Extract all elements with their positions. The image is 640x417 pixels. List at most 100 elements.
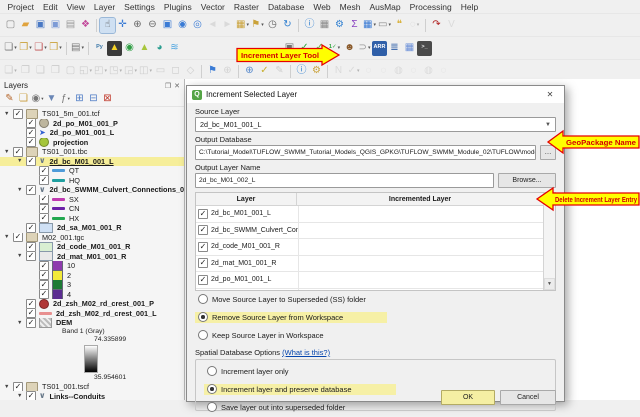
radio-option[interactable]: Increment layer only <box>204 366 292 377</box>
row-checkbox[interactable]: ✓ <box>198 258 208 268</box>
layer-tree-item[interactable]: ✓2d_po_M01_001_P <box>0 119 184 129</box>
search-icon[interactable]: ◌▾ <box>407 18 422 33</box>
vertex-tool-icon[interactable]: ✓▾ <box>346 64 361 79</box>
layer-tree-item[interactable]: ▼✓TS01_001.tscf <box>0 382 184 392</box>
layer-tree-item[interactable]: ✓2d_sa_M01_001_R <box>0 223 184 233</box>
layer-visibility-checkbox[interactable]: ✓ <box>39 261 49 271</box>
layer-visibility-checkbox[interactable]: ✓ <box>39 290 49 300</box>
water-icon[interactable]: ≋ <box>167 41 182 56</box>
digitize-1-icon[interactable]: ◌ <box>361 64 376 79</box>
menu-vector[interactable]: Vector <box>196 2 229 12</box>
layer-visibility-checkbox[interactable]: ✓ <box>26 242 36 252</box>
layer-visibility-checkbox[interactable]: ✓ <box>26 119 36 129</box>
ok-button[interactable]: OK <box>441 390 495 405</box>
manage-map-themes-icon[interactable]: ◉▾ <box>31 93 44 105</box>
dropdown-arrow-icon[interactable]: ▾ <box>246 22 249 28</box>
dropdown-arrow-icon[interactable]: ▾ <box>417 22 420 28</box>
layer-visibility-checkbox[interactable]: ✓ <box>26 299 36 309</box>
paperclip-icon[interactable]: ⊃▾ <box>357 41 372 56</box>
select-by-form-icon[interactable]: ◰▾ <box>93 64 108 79</box>
dropdown-arrow-icon[interactable]: ▾ <box>388 22 391 28</box>
digitize-6-icon[interactable]: ◌ <box>436 64 451 79</box>
row-checkbox[interactable]: ✓ <box>198 209 208 219</box>
layer-visibility-checkbox[interactable]: ✓ <box>26 318 36 328</box>
expand-all-icon[interactable]: ⊞ <box>73 93 86 105</box>
dropdown-arrow-icon[interactable]: ▾ <box>41 96 43 102</box>
layer-visibility-checkbox[interactable]: ✓ <box>13 382 23 392</box>
console-dark-icon[interactable]: >_ <box>417 41 432 56</box>
table-row[interactable]: ✓2d_mat_M01_001_R <box>196 256 543 273</box>
layer-visibility-checkbox[interactable]: ✓ <box>26 309 36 319</box>
grid-icon[interactable]: ▦ <box>402 41 417 56</box>
zoom-in-icon[interactable]: ⊕ <box>130 18 145 33</box>
select-by-expression-icon[interactable]: ◳▾ <box>108 64 123 79</box>
terrain-icon[interactable]: ▲ <box>137 41 152 56</box>
zoom-to-feature-icon[interactable]: ⊕ <box>242 64 257 79</box>
expand-arrow-icon[interactable]: ▼ <box>4 384 13 390</box>
dropdown-arrow-icon[interactable]: ▾ <box>68 96 70 102</box>
pan-map-icon[interactable]: ☝ <box>100 18 115 33</box>
close-panel-icon[interactable]: ✕ <box>174 83 180 90</box>
layer-tree-item[interactable]: ▼✓TS01_001.tbc <box>0 147 184 157</box>
info-icon[interactable]: ⓘ <box>294 64 309 79</box>
dropdown-arrow-icon[interactable]: ▾ <box>134 68 137 74</box>
menu-project[interactable]: Project <box>3 2 38 12</box>
select-value-icon[interactable]: ❑ <box>33 64 48 79</box>
table-row[interactable]: ✓2d_bc_SWMM_Culvert_Connecti... <box>196 223 543 240</box>
select-elements-icon[interactable]: ❒ <box>48 64 63 79</box>
cancel-button[interactable]: Cancel <box>500 390 556 405</box>
layer-visibility-checkbox[interactable]: ✓ <box>39 280 49 290</box>
dropdown-arrow-icon[interactable]: ▾ <box>119 68 122 74</box>
column-header-incremented-layer[interactable]: Incremented Layer <box>297 193 543 205</box>
remove-layer-icon[interactable]: ⊠ <box>101 93 114 105</box>
layer-tree-item[interactable]: ✓2 <box>0 271 184 281</box>
wrench-icon[interactable]: ⚙ <box>309 64 324 79</box>
field-calculator-icon[interactable]: ▦ <box>317 18 332 33</box>
expand-arrow-icon[interactable]: ▼ <box>4 149 13 155</box>
expand-arrow-icon[interactable]: ▼ <box>4 234 13 240</box>
layer-visibility-checkbox[interactable]: ✓ <box>26 252 36 262</box>
table-row[interactable]: ✓2d_po_M01_001_P <box>196 289 543 291</box>
layer-tree-item[interactable]: ▼✓∨2d_bc_SWMM_Culvert_Connections_001_L <box>0 185 184 195</box>
invert-selection-icon[interactable]: ◱▾ <box>78 64 93 79</box>
row-checkbox[interactable]: ✓ <box>198 242 208 252</box>
radio-button-icon[interactable] <box>207 366 217 376</box>
crosshair-icon[interactable]: ⊕ <box>220 64 235 79</box>
measure-icon[interactable]: ▭▾ <box>377 18 392 33</box>
table-row[interactable]: ✓2d_bc_M01_001_L <box>196 206 543 223</box>
increment-layer-icon[interactable]: ▣ <box>282 41 297 56</box>
bear-icon[interactable]: ☻ <box>342 41 357 56</box>
open-styling-panel-icon[interactable]: ✎ <box>3 93 16 105</box>
new-project-icon[interactable]: ▢ <box>3 18 18 33</box>
remove-layer-icon[interactable]: ❑▾ <box>33 41 48 56</box>
expand-arrow-icon[interactable]: ▼ <box>17 187 26 193</box>
dropdown-arrow-icon[interactable]: ▾ <box>81 45 84 51</box>
layer-tree-item[interactable]: ✓➤2d_po_M01_001_L <box>0 128 184 138</box>
filter-expression-icon[interactable]: ƒ▾ <box>59 93 72 105</box>
map-tips-icon[interactable]: ❝ <box>392 18 407 33</box>
layer-tree-item[interactable]: ✓projection <box>0 138 184 148</box>
menu-web[interactable]: Web <box>309 2 335 12</box>
digitize-3-icon[interactable]: ◍ <box>391 64 406 79</box>
row-checkbox[interactable]: ✓ <box>198 225 208 235</box>
table-scrollbar[interactable]: ▲ ▼ <box>543 193 555 290</box>
layer-tree-item[interactable]: ✓HQ <box>0 176 184 186</box>
radio-option[interactable]: Keep Source Layer in Workspace <box>195 330 327 341</box>
layer-tree-item[interactable]: ▼✓DEM <box>0 318 184 328</box>
expand-arrow-icon[interactable]: ▼ <box>17 158 26 164</box>
dropdown-arrow-icon[interactable]: ▾ <box>29 45 32 51</box>
open-project-icon[interactable]: ▰ <box>18 18 33 33</box>
menu-settings[interactable]: Settings <box>120 2 160 12</box>
labels-icon[interactable]: ⚑ <box>205 64 220 79</box>
temporal-controller-icon[interactable]: ◷ <box>265 18 280 33</box>
menu-layer[interactable]: Layer <box>89 2 119 12</box>
what-is-this-link[interactable]: (What is this?) <box>282 348 330 357</box>
layer-visibility-checkbox[interactable]: ✓ <box>26 223 36 233</box>
datasource-manager-icon[interactable]: ❏▾ <box>3 41 18 56</box>
refresh-icon[interactable]: ↻ <box>280 18 295 33</box>
layer-visibility-checkbox[interactable]: ✓ <box>13 233 23 243</box>
menu-plugins[interactable]: Plugins <box>159 2 196 12</box>
zoom-full-icon[interactable]: ▣ <box>160 18 175 33</box>
layer-visibility-checkbox[interactable]: ✓ <box>39 166 49 176</box>
radio-button-icon[interactable] <box>198 312 208 322</box>
